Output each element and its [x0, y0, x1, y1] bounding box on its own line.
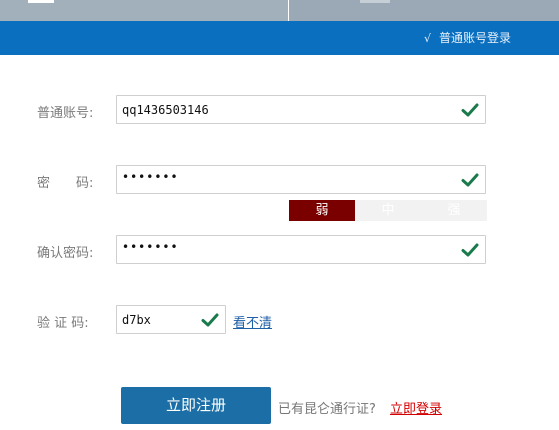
valid-check-icon — [461, 103, 479, 117]
password-field[interactable]: ••••••• — [116, 165, 486, 194]
captcha-value: d7bx — [122, 313, 151, 327]
password-strength-meter: 弱 中 强 — [289, 200, 487, 221]
tab-right-nub — [360, 0, 390, 3]
account-label: 普通账号: — [37, 106, 94, 121]
strength-strong: 强 — [421, 200, 487, 221]
tab-left-nub — [28, 0, 54, 3]
login-now-link[interactable]: 立即登录 — [390, 398, 442, 417]
confirm-password-field[interactable]: ••••••• — [116, 235, 486, 264]
valid-check-icon — [461, 173, 479, 187]
password-label: 密 码: — [37, 176, 94, 191]
check-mark-icon: √ — [423, 32, 431, 45]
password-value: ••••••• — [122, 170, 179, 184]
tab-divider — [288, 0, 289, 21]
tab-left[interactable] — [0, 0, 288, 21]
captcha-refresh-link[interactable]: 看不清 — [233, 312, 272, 331]
register-button[interactable]: 立即注册 — [121, 387, 271, 424]
confirm-password-label: 确认密码: — [37, 246, 94, 261]
strength-weak: 弱 — [289, 200, 355, 221]
account-value: qq1436503146 — [122, 103, 209, 117]
login-mode-toggle[interactable]: √ 普通账号登录 — [424, 29, 511, 46]
account-field[interactable]: qq1436503146 — [116, 95, 486, 124]
have-account-text: 已有昆仑通行证? — [278, 402, 376, 417]
header-bar: √ 普通账号登录 — [0, 21, 559, 55]
valid-check-icon — [201, 313, 219, 327]
captcha-label: 验 证 码: — [37, 316, 89, 331]
strength-medium: 中 — [355, 200, 421, 221]
confirm-password-value: ••••••• — [122, 240, 179, 254]
top-tab-strip — [0, 0, 559, 21]
login-mode-label: 普通账号登录 — [438, 31, 511, 45]
valid-check-icon — [461, 243, 479, 257]
captcha-field[interactable]: d7bx — [116, 305, 226, 334]
